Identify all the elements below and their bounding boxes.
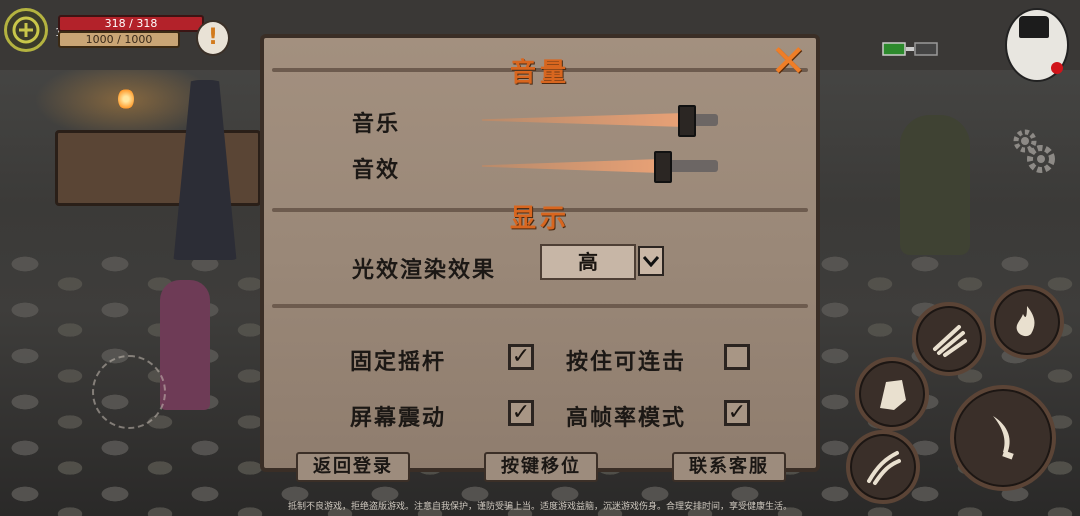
old-merchant-npc[interactable] [160, 280, 210, 410]
gear-icon[interactable] [1005, 125, 1061, 181]
claw-skill-icon[interactable] [912, 302, 986, 376]
hold-combo-label: 按住可连击 [566, 350, 687, 375]
rock-skill-icon[interactable] [855, 357, 929, 431]
close-icon[interactable]: ✕ [770, 40, 807, 84]
sound-section-title: 音量 [509, 58, 570, 88]
high-fps-label: 高帧率模式 [566, 406, 687, 431]
slash-skill-icon[interactable] [846, 430, 920, 504]
light-effect-select[interactable]: 高 [540, 244, 636, 280]
light-effect-label: 光效渲染效果 [352, 258, 497, 283]
candle-light [118, 88, 134, 110]
music-label: 音乐 [352, 112, 401, 137]
music-slider-handle[interactable] [678, 105, 696, 137]
key-reposition-button[interactable]: 按键移位 [484, 452, 598, 482]
display-section-title: 显示 [509, 204, 570, 234]
back-to-login-button[interactable]: 返回登录 [296, 452, 410, 482]
hp-bar: 318 / 318 [58, 15, 204, 32]
emblem-icon[interactable] [4, 8, 48, 52]
music-volume-slider[interactable] [482, 105, 718, 137]
sfx-volume-slider[interactable] [482, 151, 718, 183]
mp-bar: 1000 / 1000 [58, 31, 180, 48]
masked-enemy [900, 115, 970, 255]
sfx-slider-fill [482, 159, 661, 173]
panel-divider [272, 304, 808, 308]
virtual-joystick[interactable] [92, 355, 166, 429]
fixed-joystick-checkbox[interactable]: ✓ [508, 344, 534, 370]
record-dot-icon [1051, 62, 1063, 74]
music-slider-fill [482, 113, 685, 127]
battery-icon [882, 41, 938, 56]
contact-support-button[interactable]: 联系客服 [672, 452, 786, 482]
flame-skill-icon[interactable] [990, 285, 1064, 359]
blade-attack-icon[interactable] [950, 385, 1056, 491]
dropdown-arrow-icon[interactable] [638, 246, 664, 276]
health-notice: 抵制不良游戏，拒绝盗版游戏。注意自我保护，谨防受骗上当。适度游戏益脑，沉迷游戏伤… [287, 502, 792, 512]
screen-shake-label: 屏幕震动 [350, 406, 447, 431]
hold-combo-checkbox[interactable] [724, 344, 750, 370]
sfx-slider-handle[interactable] [654, 151, 672, 183]
fixed-joystick-label: 固定摇杆 [350, 350, 447, 375]
sfx-label: 音效 [352, 158, 401, 183]
detective-portrait-icon[interactable] [1005, 8, 1069, 82]
high-fps-checkbox[interactable]: ✓ [724, 400, 750, 426]
screen-shake-checkbox[interactable]: ✓ [508, 400, 534, 426]
alert-icon[interactable]: ! [196, 20, 230, 56]
